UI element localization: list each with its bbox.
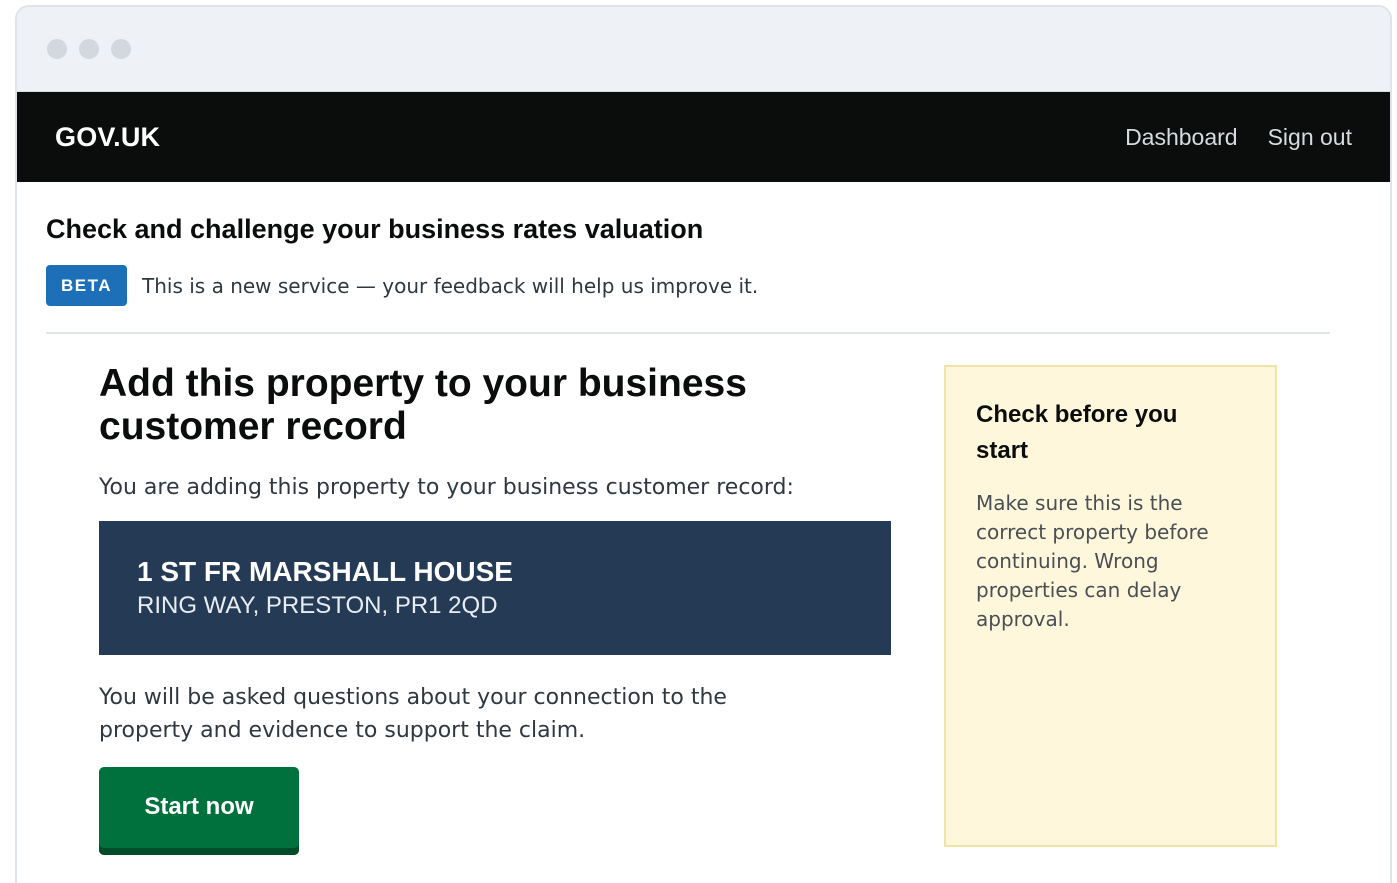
address-line-2: RING WAY, PRESTON, PR1 2QD bbox=[137, 592, 498, 619]
window-titlebar bbox=[17, 7, 1390, 92]
service-title: Check and challenge your business rates … bbox=[46, 214, 704, 244]
address-line-1: 1 ST FR MARSHALL HOUSE bbox=[137, 556, 513, 587]
main-content: Add this property to your business custo… bbox=[99, 362, 899, 855]
intro-text: You are adding this property to your bus… bbox=[99, 475, 794, 500]
property-address-panel: 1 ST FR MARSHALL HOUSE RING WAY, PRESTON… bbox=[99, 521, 891, 655]
site-header: GOV.UK Dashboard Sign out bbox=[17, 92, 1390, 182]
aside-title: Check before you start bbox=[976, 401, 1178, 464]
window-control-dot[interactable] bbox=[47, 39, 67, 59]
page-heading: Add this property to your business custo… bbox=[99, 362, 747, 448]
start-now-button[interactable]: Start now bbox=[99, 767, 299, 855]
check-before-start-panel: Check before you start Make sure this is… bbox=[944, 365, 1277, 847]
phase-banner: BETA This is a new service — your feedba… bbox=[46, 265, 758, 306]
header-nav: Dashboard Sign out bbox=[1125, 124, 1352, 151]
beta-text: This is a new service — your feedback wi… bbox=[142, 273, 759, 298]
beta-tag: BETA bbox=[46, 265, 128, 306]
aside-text: Make sure this is the correct property b… bbox=[976, 491, 1209, 631]
info-note: You will be asked questions about your c… bbox=[99, 685, 727, 743]
nav-link-sign-out[interactable]: Sign out bbox=[1268, 124, 1352, 151]
govuk-logo[interactable]: GOV.UK bbox=[55, 122, 160, 153]
window-control-dot[interactable] bbox=[79, 39, 99, 59]
nav-link-dashboard[interactable]: Dashboard bbox=[1125, 124, 1238, 151]
window-control-dot[interactable] bbox=[111, 39, 131, 59]
section-divider bbox=[46, 332, 1330, 334]
